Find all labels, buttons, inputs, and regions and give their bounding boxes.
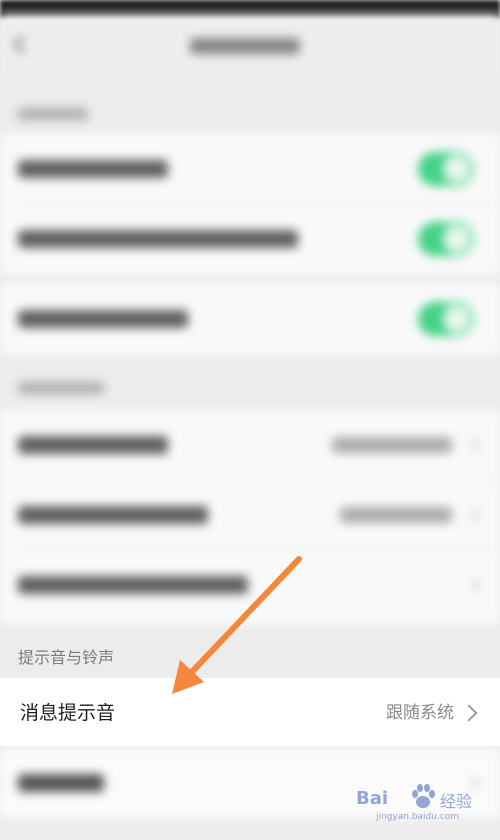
setting-row-text-blurred (18, 576, 248, 594)
row-divider (18, 204, 500, 205)
toggle-switch[interactable] (418, 152, 474, 186)
baidu-paw-icon (412, 784, 435, 808)
top-bar (0, 14, 500, 82)
watermark-text-right: 经验 (440, 792, 473, 811)
setting-row-text-blurred (18, 160, 168, 178)
chevron-right-icon (465, 577, 481, 593)
row-divider (18, 480, 500, 481)
row-divider (18, 550, 500, 551)
settings-screen: 提示音与铃声 消息提示音 跟随系统 Bai 经验 jingyan.baidu.c… (0, 0, 500, 840)
setting-row-text-blurred (18, 436, 168, 454)
setting-row-text-blurred (18, 774, 104, 792)
back-arrow-icon[interactable] (13, 35, 32, 54)
section-label-blurred (18, 108, 88, 120)
setting-row-text-blurred (18, 506, 208, 524)
chevron-right-icon (465, 507, 481, 523)
page-title-blurred (190, 38, 300, 54)
settings-group-2 (0, 284, 500, 354)
toggle-switch[interactable] (418, 302, 474, 336)
message-tone-row[interactable]: 消息提示音 跟随系统 (0, 678, 500, 746)
setting-value-blurred (332, 437, 452, 453)
section-label-blurred (18, 382, 104, 394)
settings-group-3 (0, 410, 500, 624)
toggle-switch[interactable] (418, 222, 474, 256)
watermark-text-left: Bai (356, 788, 389, 809)
section-title: 提示音与铃声 (18, 648, 115, 667)
message-tone-label: 消息提示音 (20, 702, 116, 724)
setting-row-text-blurred (18, 230, 298, 248)
message-tone-value: 跟随系统 (386, 703, 454, 723)
setting-value-blurred (340, 507, 452, 523)
watermark-url: jingyan.baidu.com (376, 812, 460, 822)
baidu-watermark: Bai 经验 jingyan.baidu.com (356, 782, 486, 826)
blurred-settings-area (0, 14, 500, 644)
settings-group-1 (0, 134, 500, 274)
chevron-right-icon (465, 437, 481, 453)
setting-row-text-blurred (18, 310, 188, 328)
chevron-right-icon (460, 704, 478, 722)
